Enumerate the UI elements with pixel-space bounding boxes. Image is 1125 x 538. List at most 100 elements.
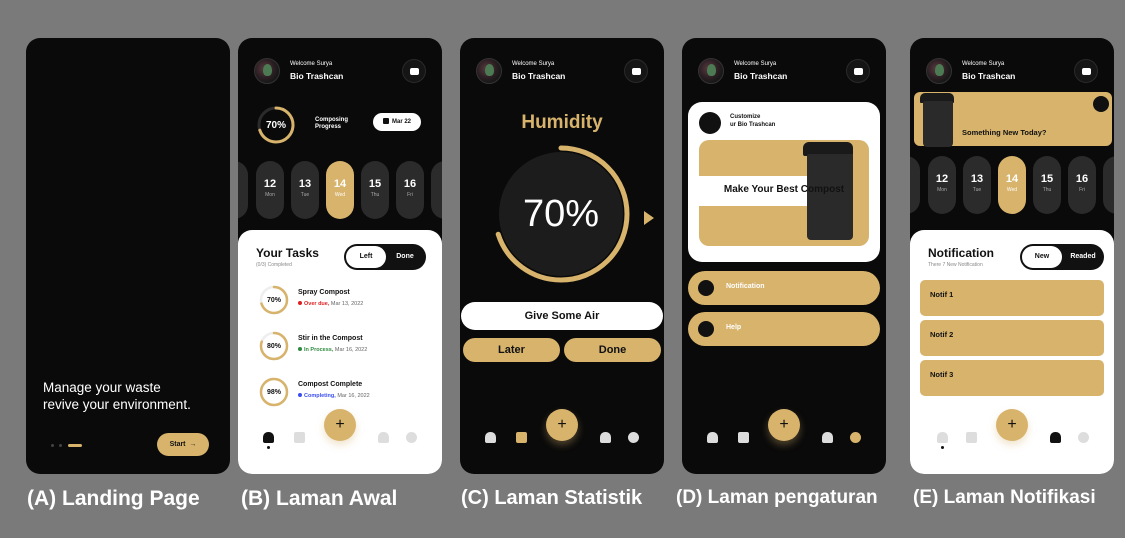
task-row[interactable]: 98% Compost Complete Completing, Mar 16, 2… — [258, 376, 428, 410]
date-pill[interactable]: 13 Tue — [963, 156, 991, 214]
give-air-button[interactable]: Give Some Air — [461, 302, 663, 330]
date-pill-partial — [910, 156, 920, 214]
arrow-right-icon: → — [187, 441, 197, 448]
notification-item[interactable]: Notif 3 — [920, 360, 1104, 396]
bottom-nav: + — [238, 409, 442, 474]
date-weekday: Fri — [1079, 187, 1085, 193]
caption-stats: (C) Laman Statistik — [461, 487, 643, 509]
date-strip: 12 Mon 13 Tue 14 Wed 15 Thu 16 Fri — [238, 161, 442, 219]
date-day: 13 — [970, 173, 984, 185]
page-dot-active — [68, 444, 82, 447]
bottom-nav: + — [910, 409, 1114, 474]
task-date: Mar 16, 2022 — [337, 393, 370, 399]
message-icon[interactable] — [402, 59, 426, 83]
caption-settings: (D) Laman pengaturan — [676, 487, 878, 508]
app-name: Bio Trashcan — [734, 71, 788, 81]
avatar[interactable] — [476, 58, 502, 84]
date-weekday: Tue — [972, 187, 982, 193]
add-button[interactable]: + — [768, 409, 800, 441]
composting-progress-ring: 70% — [256, 105, 296, 145]
date-weekday: Thu — [1042, 187, 1052, 193]
date-pill[interactable]: 14 Wed — [326, 161, 354, 219]
later-button[interactable]: Later — [463, 338, 560, 362]
date-pill[interactable]: 12 Mon — [928, 156, 956, 214]
message-icon[interactable] — [846, 59, 870, 83]
stats-screen: Welcome Surya Bio Trashcan Humidity 70% … — [460, 38, 664, 474]
customize-card[interactable]: Customize ur Bio Trashcan Make Your Best… — [688, 102, 880, 262]
notification-toggle[interactable]: New Readed — [1020, 244, 1104, 270]
avatar[interactable] — [254, 58, 280, 84]
settings-menu-label: Help — [726, 324, 742, 331]
task-row[interactable]: 70% Spray Compost Over due, Mar 13, 2022 — [258, 284, 428, 318]
date-day: 16 — [403, 178, 417, 190]
start-button[interactable]: Start → — [157, 433, 209, 456]
home-icon[interactable] — [707, 432, 718, 443]
next-arrow-icon[interactable] — [644, 211, 654, 225]
date-pill[interactable]: 14 Wed — [998, 156, 1026, 214]
message-icon[interactable] — [624, 59, 648, 83]
tasks-toggle[interactable]: Left Done — [344, 244, 426, 270]
status-dot — [298, 301, 302, 305]
date-strip: 12 Mon 13 Tue 14 Wed 15 Thu 16 Fri — [910, 156, 1114, 214]
home-icon[interactable] — [263, 432, 274, 443]
stats-icon[interactable] — [294, 432, 305, 443]
active-indicator — [267, 446, 270, 449]
done-button[interactable]: Done — [564, 338, 661, 362]
toggle-left[interactable]: Left — [346, 246, 386, 268]
bell-icon[interactable] — [600, 432, 611, 443]
add-button[interactable]: + — [546, 409, 578, 441]
date-pill-partial — [238, 161, 248, 219]
settings-icon[interactable] — [850, 432, 861, 443]
date-day: 13 — [298, 178, 312, 190]
date-weekday: Wed — [334, 192, 346, 198]
task-status: Completing, — [304, 393, 336, 399]
notification-subtitle: There 7 New Notification — [928, 262, 983, 268]
news-banner[interactable]: Something New Today? — [914, 92, 1112, 147]
stats-icon[interactable] — [738, 432, 749, 443]
date-day: 16 — [1075, 173, 1089, 185]
home-icon[interactable] — [937, 432, 948, 443]
toggle-done[interactable]: Done — [386, 246, 424, 268]
settings-menu-item[interactable]: Notification — [688, 271, 880, 305]
caption-notification: (E) Laman Notifikasi — [913, 487, 1096, 508]
date-pill[interactable]: 15 Thu — [361, 161, 389, 219]
notification-item[interactable]: Notif 2 — [920, 320, 1104, 356]
bell-icon[interactable] — [378, 432, 389, 443]
stats-icon[interactable] — [966, 432, 977, 443]
toggle-new[interactable]: New — [1022, 246, 1062, 268]
settings-icon[interactable] — [1078, 432, 1089, 443]
date-pill[interactable]: 12 Mon — [256, 161, 284, 219]
add-button[interactable]: + — [996, 409, 1028, 441]
landing-tagline: Manage your waste revive your environmen… — [43, 380, 191, 412]
date-day: 15 — [368, 178, 382, 190]
settings-menu-item[interactable]: Help — [688, 312, 880, 346]
bell-icon[interactable] — [822, 432, 833, 443]
welcome-text: Welcome Surya — [512, 61, 555, 67]
date-pill[interactable]: 16 Fri — [396, 161, 424, 219]
status-dot — [298, 347, 302, 351]
notification-item[interactable]: Notif 1 — [920, 280, 1104, 316]
header: Welcome Surya Bio Trashcan — [254, 56, 426, 86]
avatar[interactable] — [698, 58, 724, 84]
date-pill[interactable]: 16 Fri — [1068, 156, 1096, 214]
date-pill[interactable]: 15 Thu — [1033, 156, 1061, 214]
task-row[interactable]: 80% Stir in the Compost In Process, Mar 16… — [258, 330, 428, 364]
task-progress-ring: 80% — [258, 330, 290, 362]
date-chip[interactable]: Mar 22 — [373, 113, 421, 131]
settings-icon[interactable] — [406, 432, 417, 443]
landing-screen: Manage your waste revive your environmen… — [26, 38, 230, 474]
stats-icon[interactable] — [516, 432, 527, 443]
task-name: Compost Complete — [298, 381, 363, 388]
task-meta: Completing, Mar 16, 2022 — [298, 393, 370, 399]
settings-icon[interactable] — [628, 432, 639, 443]
home-icon[interactable] — [485, 432, 496, 443]
banner-text: Something New Today? — [962, 128, 1047, 137]
toggle-readed[interactable]: Readed — [1064, 246, 1102, 268]
bell-icon[interactable] — [1050, 432, 1061, 443]
stat-title: Humidity — [521, 112, 603, 133]
avatar[interactable] — [926, 58, 952, 84]
message-icon[interactable] — [1074, 59, 1098, 83]
add-button[interactable]: + — [324, 409, 356, 441]
date-pill[interactable]: 13 Tue — [291, 161, 319, 219]
date-weekday: Mon — [265, 192, 275, 198]
